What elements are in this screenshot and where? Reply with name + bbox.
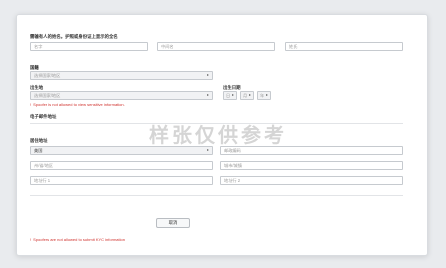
email-label: 电子邮件地址 [30,114,57,119]
error-icon: ! [30,102,32,107]
caret-right-icon [207,74,209,76]
birthplace-select[interactable]: 选择国家/地区 [30,91,213,100]
nationality-select[interactable]: 选择国家/地区 [30,71,213,80]
caret-right-icon [207,149,209,151]
middle-name-input[interactable]: 中间名 [157,42,275,51]
caret-right-icon [207,94,209,96]
last-name-input[interactable]: 姓氏 [285,42,403,51]
state-input[interactable]: 州/省/地区 [30,161,213,170]
birthplace-error: ! Spoofer is not allowed to view sensitiv… [30,102,125,107]
dob-day-select[interactable]: 日 [223,91,237,100]
birthplace-select-value: 选择国家/地区 [34,93,61,98]
caret-right-icon [249,94,251,96]
nationality-select-value: 选择国家/地区 [34,73,61,78]
kyc-form-card: 需输有人的姓名。护照或身份证上显示的全名 名字 中间名 姓氏 国籍 选择国家/地… [16,14,428,256]
dob-day-value: 日 [226,93,231,98]
dob-month-select[interactable]: 月 [240,91,254,100]
section-divider [30,195,403,196]
caret-right-icon [266,94,268,96]
dob-month-value: 月 [243,93,248,98]
address-line-1-input[interactable]: 地址行 1 [30,176,213,185]
city-input[interactable]: 城市/城镇 [220,161,403,170]
dob-year-value: 年 [260,93,265,98]
name-heading: 需输有人的姓名。护照或身份证上显示的全名 [30,34,118,39]
caret-right-icon [232,94,234,96]
error-icon: ! [30,237,32,242]
submit-error-text: Spoofers are not allowed to submit KYC i… [33,237,125,242]
cancel-button[interactable]: 取消 [156,218,190,228]
first-name-input[interactable]: 名字 [30,42,148,51]
address-line-2-input[interactable]: 地址行 2 [220,176,403,185]
dob-year-select[interactable]: 年 [257,91,271,100]
residence-country-value: 美国 [34,148,43,153]
birthplace-error-text: Spoofer is not allowed to view sensitive… [33,102,125,107]
submit-error: ! Spoofers are not allowed to submit KYC … [30,237,125,242]
sample-watermark: 样张仅供参考 [149,123,287,147]
residence-label: 居住地址 [30,138,48,143]
